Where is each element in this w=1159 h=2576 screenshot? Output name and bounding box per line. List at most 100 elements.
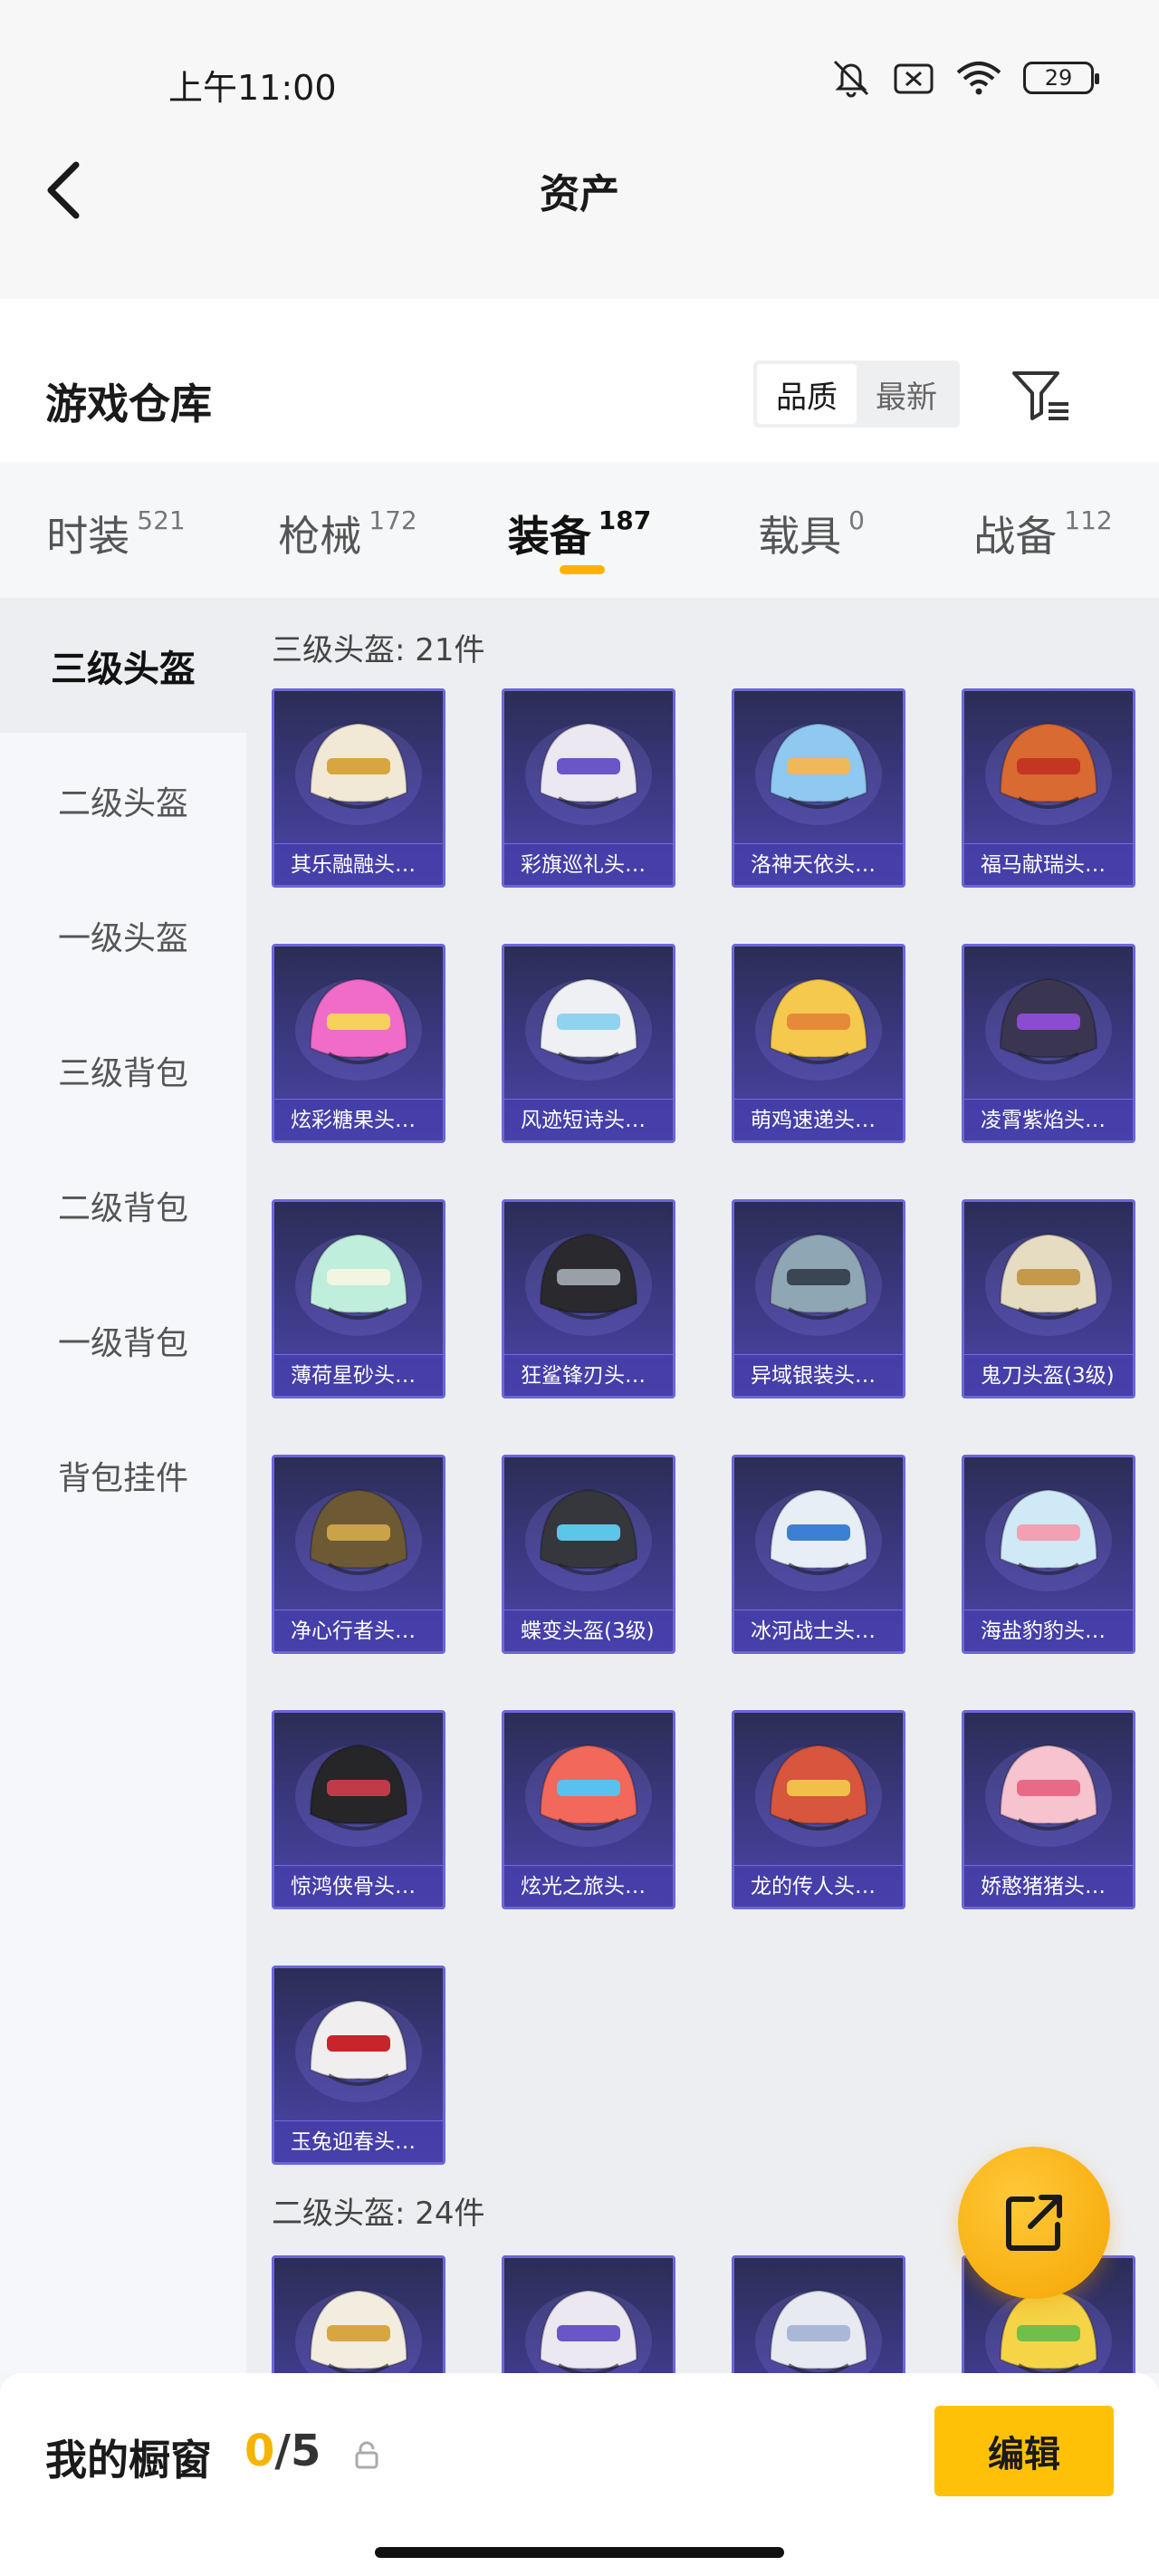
item-name: 凌霄紫焰头… — [964, 1099, 1133, 1140]
sidebar-item-level1-helmet[interactable]: 一级头盔 — [0, 868, 246, 1003]
helmet-icon — [295, 722, 422, 825]
helmet-icon — [525, 2289, 652, 2373]
tab-count: 521 — [137, 505, 186, 535]
item-name: 萌鸡速递头… — [734, 1099, 903, 1140]
item-card[interactable]: 玉兔迎春头… — [272, 1966, 445, 2165]
status-time: 上午11:00 — [168, 68, 337, 108]
item-card[interactable]: 惊鸿侠骨头… — [272, 1710, 445, 1909]
tab-fashion[interactable]: 时装 521 — [0, 462, 232, 598]
item-name: 狂鲨锋刃头… — [504, 1354, 673, 1396]
item-name: 彩旗巡礼头… — [504, 843, 673, 885]
sidebar-item-level3-helmet[interactable]: 三级头盔 — [0, 598, 246, 733]
item-card[interactable]: 凌霄紫焰头… — [962, 944, 1135, 1143]
warehouse-header: 游戏仓库 品质 最新 — [0, 299, 1159, 462]
helmet-icon — [755, 722, 882, 825]
item-card[interactable]: 龙的传人头… — [732, 1710, 905, 1909]
item-card[interactable]: 鬼刀头盔(3级) — [962, 1199, 1135, 1399]
item-card[interactable]: 风迹短诗头… — [502, 944, 675, 1143]
helmet-icon — [295, 1744, 422, 1847]
helmet-icon — [985, 1744, 1112, 1847]
tab-count: 187 — [598, 505, 652, 535]
tab-count: 0 — [848, 505, 865, 535]
item-name: 福马献瑞头… — [964, 843, 1133, 885]
title-bar: 资产 — [0, 127, 1159, 299]
helmet-icon — [525, 1488, 652, 1591]
tab-label: 枪械 — [278, 512, 362, 561]
helmet-icon — [755, 2289, 882, 2373]
tab-label: 装备 — [507, 512, 591, 561]
item-card[interactable] — [502, 2255, 675, 2373]
helmet-icon — [295, 1488, 422, 1591]
helmet-icon — [295, 2289, 422, 2373]
section-title: 三级头盔: 21件 — [272, 632, 485, 668]
item-name: 异域银装头… — [734, 1354, 903, 1396]
sidebar-item-backpack-charm[interactable]: 背包挂件 — [0, 1408, 246, 1543]
mute-icon — [833, 60, 869, 98]
warehouse-title: 游戏仓库 — [45, 380, 212, 428]
item-card[interactable]: 海盐豹豹头… — [962, 1455, 1135, 1654]
item-card[interactable]: 炫彩糖果头… — [272, 944, 445, 1143]
helmet-icon — [985, 722, 1112, 825]
item-card[interactable]: 狂鲨锋刃头… — [502, 1199, 675, 1399]
tab-count: 172 — [369, 505, 417, 535]
helmet-icon — [525, 1233, 652, 1336]
tab-vehicles[interactable]: 载具 0 — [695, 462, 927, 598]
helmet-icon — [755, 1744, 882, 1847]
category-tabs: 时装 521 枪械 172 装备 187 载具 0 战备 112 — [0, 462, 1159, 598]
tab-equipment[interactable]: 装备 187 — [464, 462, 695, 598]
sidebar-item-level2-helmet[interactable]: 二级头盔 — [0, 733, 246, 868]
helmet-icon — [755, 977, 882, 1081]
item-card[interactable]: 净心行者头… — [272, 1455, 445, 1654]
section-title: 二级头盔: 24件 — [272, 2196, 485, 2232]
showcase-current: 0 — [244, 2426, 275, 2476]
item-name: 薄荷星砂头… — [274, 1354, 443, 1396]
sort-newest-button[interactable]: 最新 — [857, 364, 956, 424]
item-card[interactable]: 福马献瑞头… — [962, 688, 1135, 888]
helmet-icon — [525, 1744, 652, 1847]
item-card[interactable]: 其乐融融头… — [272, 688, 445, 888]
item-card[interactable]: 异域银装头… — [732, 1199, 905, 1399]
item-name: 洛神天依头… — [734, 843, 903, 885]
item-card[interactable]: 炫光之旅头… — [502, 1710, 675, 1909]
filter-icon[interactable] — [1009, 364, 1072, 428]
sort-quality-button[interactable]: 品质 — [757, 364, 857, 424]
item-card[interactable]: 萌鸡速递头… — [732, 944, 905, 1143]
tab-count: 112 — [1064, 505, 1113, 535]
item-card[interactable]: 洛神天依头… — [732, 688, 905, 888]
helmet-icon — [525, 977, 652, 1081]
item-card[interactable] — [732, 2255, 905, 2373]
helmet-icon — [755, 1233, 882, 1336]
showcase-bar: 我的橱窗 0/5 编辑 — [0, 2373, 1159, 2576]
helmet-icon — [755, 1488, 882, 1591]
item-card[interactable] — [272, 2255, 445, 2373]
sim-off-icon — [894, 63, 934, 94]
sidebar-item-level2-backpack[interactable]: 二级背包 — [0, 1138, 246, 1273]
item-name: 冰河战士头… — [734, 1610, 903, 1651]
helmet-icon — [295, 1233, 422, 1336]
showcase-total: /5 — [274, 2426, 321, 2476]
sidebar-item-level3-backpack[interactable]: 三级背包 — [0, 1003, 246, 1138]
showcase-count: 0/5 — [244, 2426, 321, 2476]
active-tab-indicator — [560, 565, 605, 574]
sidebar-item-level1-backpack[interactable]: 一级背包 — [0, 1273, 246, 1408]
share-button[interactable] — [958, 2147, 1110, 2299]
tab-firearms[interactable]: 枪械 172 — [232, 462, 464, 598]
tab-label: 时装 — [46, 512, 130, 561]
item-card[interactable]: 娇憨猪猪头… — [962, 1710, 1135, 1909]
helmet-icon — [985, 977, 1112, 1081]
item-card[interactable]: 冰河战士头… — [732, 1455, 905, 1654]
item-grid: 三级头盔: 21件 二级头盔: 24件 其乐融融头… 彩旗巡礼头… 洛神天依头… 福马… — [246, 598, 1159, 2373]
tab-label: 战备 — [973, 512, 1058, 561]
tab-gear[interactable]: 战备 112 — [927, 462, 1159, 598]
helmet-icon — [295, 977, 422, 1081]
item-name: 炫彩糖果头… — [274, 1099, 443, 1140]
item-name: 其乐融融头… — [274, 843, 443, 885]
item-card[interactable]: 彩旗巡礼头… — [502, 688, 675, 888]
edit-button[interactable]: 编辑 — [934, 2406, 1114, 2496]
page-title: 资产 — [540, 171, 619, 217]
item-card[interactable]: 薄荷星砂头… — [272, 1199, 445, 1399]
status-icons: 29 — [829, 58, 1099, 98]
showcase-label: 我的橱窗 — [45, 2436, 212, 2485]
item-card[interactable]: 蝶变头盔(3级) — [502, 1455, 675, 1654]
item-name: 玉兔迎春头… — [274, 2120, 443, 2162]
